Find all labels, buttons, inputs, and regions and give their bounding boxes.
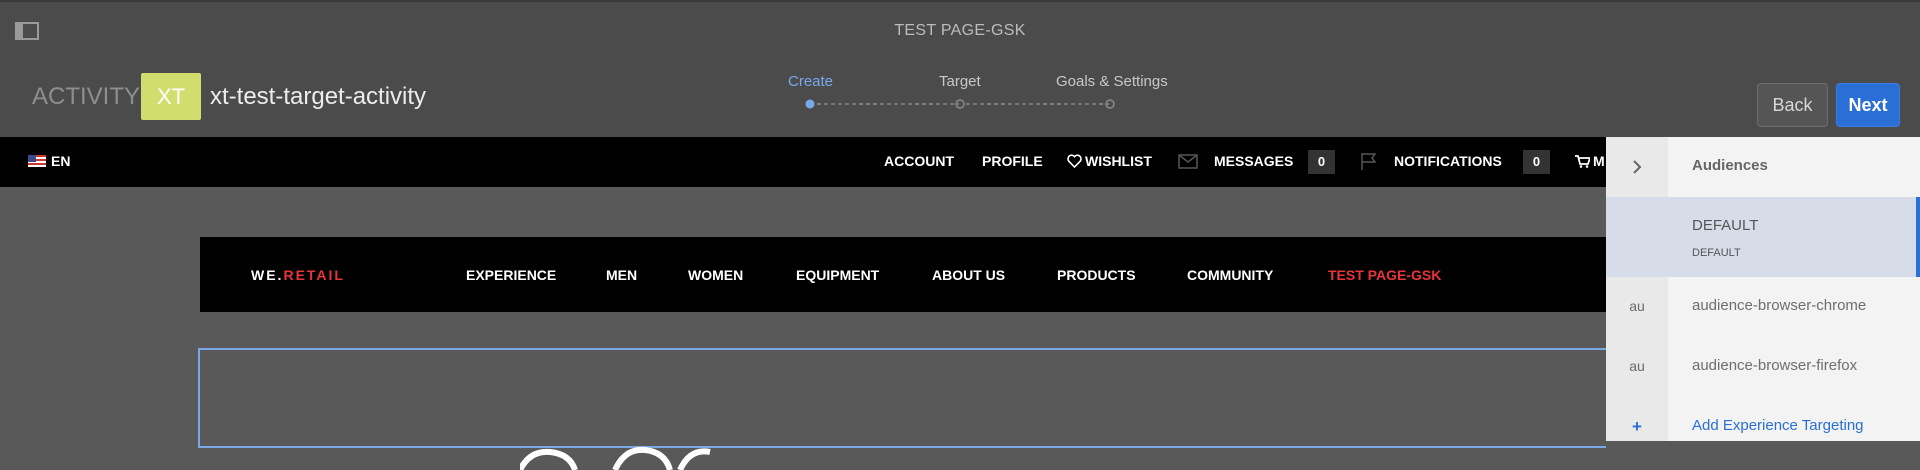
menu-men[interactable]: MEN: [606, 267, 637, 283]
language-label: EN: [51, 153, 71, 169]
audience-icon: au: [1629, 298, 1645, 314]
menu-women[interactable]: WOMEN: [688, 267, 743, 283]
audience-name: audience-browser-firefox: [1692, 357, 1858, 374]
wizard-stepper: [805, 99, 1115, 109]
audiences-title: Audiences: [1692, 157, 1768, 174]
audience-name: audience-browser-chrome: [1692, 297, 1867, 314]
wishlist-label: WISHLIST: [1085, 153, 1152, 169]
audience-row-firefox[interactable]: au audience-browser-firefox: [1606, 337, 1920, 397]
nav-notifications[interactable]: NOTIFICATIONS: [1394, 153, 1502, 169]
notifications-count-badge: 0: [1523, 150, 1550, 174]
plus-icon: +: [1632, 417, 1642, 436]
menu-products[interactable]: PRODUCTS: [1057, 267, 1136, 283]
audience-row-default[interactable]: DEFAULT DEFAULT: [1606, 197, 1920, 277]
step-target[interactable]: Target: [939, 73, 981, 90]
nav-messages[interactable]: MESSAGES: [1214, 153, 1293, 169]
logo-part-retail: RETAIL: [283, 267, 345, 283]
step-goals-settings[interactable]: Goals & Settings: [1056, 73, 1168, 90]
cart-label: M: [1593, 153, 1605, 169]
site-header: WE.RETAIL EXPERIENCE MEN WOMEN EQUIPMENT…: [200, 237, 1606, 312]
menu-community[interactable]: COMMUNITY: [1187, 267, 1273, 283]
partial-heading-glyphs: [520, 446, 711, 470]
activity-type-badge: XT: [141, 73, 201, 120]
menu-equipment[interactable]: EQUIPMENT: [796, 267, 879, 283]
nav-wishlist[interactable]: WISHLIST: [1067, 153, 1152, 169]
audience-row-chrome[interactable]: au audience-browser-chrome: [1606, 277, 1920, 337]
envelope-icon: [1178, 154, 1198, 169]
menu-test-page-gsk[interactable]: TEST PAGE-GSK: [1328, 267, 1441, 283]
nav-cart[interactable]: M: [1575, 153, 1605, 169]
heart-icon: [1067, 154, 1082, 168]
nav-profile[interactable]: PROFILE: [982, 153, 1043, 169]
messages-count-badge: 0: [1308, 150, 1335, 174]
audiences-header[interactable]: Audiences: [1606, 137, 1920, 197]
step-dot-create: [805, 99, 815, 109]
back-button[interactable]: Back: [1757, 83, 1828, 127]
default-subtitle: DEFAULT: [1692, 247, 1741, 259]
targeting-panel: Audiences DEFAULT DEFAULT au audience-br…: [1606, 137, 1920, 441]
step-create[interactable]: Create: [788, 73, 833, 90]
menu-about-us[interactable]: ABOUT US: [932, 267, 1005, 283]
add-experience-targeting-label: Add Experience Targeting: [1692, 417, 1864, 434]
default-title: DEFAULT: [1692, 217, 1759, 234]
activity-label: ACTIVITY:: [32, 83, 146, 110]
cart-icon: [1575, 154, 1590, 168]
nav-account[interactable]: ACCOUNT: [884, 153, 954, 169]
chevron-right-icon: [1633, 160, 1642, 174]
editor-header: TEST PAGE-GSK ACTIVITY: XT xt-test-targe…: [0, 0, 1920, 137]
next-button[interactable]: Next: [1836, 83, 1900, 127]
language-selector[interactable]: EN: [28, 153, 70, 169]
logo-part-we: WE.: [251, 267, 284, 283]
audience-icon: au: [1629, 358, 1645, 374]
add-experience-targeting[interactable]: + Add Experience Targeting: [1606, 397, 1920, 441]
flag-icon: [1361, 153, 1377, 170]
activity-name[interactable]: xt-test-target-activity: [210, 83, 426, 111]
selected-content-region[interactable]: [198, 348, 1606, 470]
we-retail-logo[interactable]: WE.RETAIL: [251, 267, 345, 283]
site-top-nav: EN ACCOUNT PROFILE WISHLIST MESSAGES 0 N…: [0, 137, 1606, 187]
menu-experience[interactable]: EXPERIENCE: [466, 267, 556, 283]
us-flag-icon: [28, 155, 46, 167]
page-title: TEST PAGE-GSK: [894, 22, 1026, 39]
